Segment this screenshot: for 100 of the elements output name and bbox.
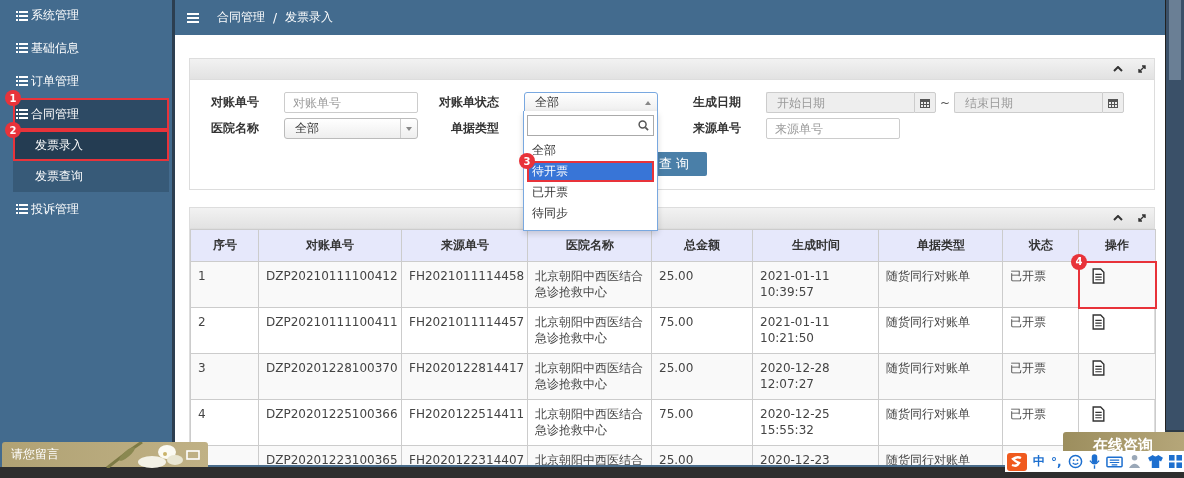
table-cell: 随货同行对账单 [886,314,970,330]
scrollbar[interactable] [1165,0,1184,430]
table-cell: 已开票 [1010,406,1046,422]
microphone-icon[interactable] [1088,454,1100,469]
table-cell: 北京朝阳中西医结合急诊抢救中心 [535,268,644,300]
table-cell: 已开票 [1010,360,1046,376]
table-cell: 北京朝阳中西医结合急诊抢救中心 [535,360,644,392]
table-cell: 75.00 [659,314,694,330]
table-cell: 75.00 [659,406,694,422]
list-icon [16,109,28,119]
field-label: 生成日期 [692,94,742,111]
field-label: 对账单状态 [438,94,500,111]
submenu-item[interactable]: 发票查询 [13,161,169,192]
table-cell: 2020-12-25 15:55:32 [760,406,830,438]
expand-icon[interactable] [1137,213,1147,223]
table-cell: 2 [198,314,206,330]
list-icon [16,10,28,21]
table-cell: 3 [198,360,206,376]
column-header: 单据类型 [878,229,1003,262]
table-cell: 25.00 [659,268,694,284]
keyboard-icon[interactable] [1105,455,1123,468]
step-badge: 1 [5,90,21,106]
calendar-button[interactable] [914,92,936,113]
breadcrumb-item[interactable]: 合同管理 [217,9,265,26]
table-cell: FH2021011114458 [409,268,525,284]
table-cell: 随货同行对账单 [886,406,970,422]
dropdown-option[interactable]: 已开票 [527,182,654,203]
input-field[interactable]: 来源单号 [766,118,900,139]
select-field[interactable]: 全部 [284,118,418,139]
list-icon [16,43,28,53]
table-cell: 已开票 [1010,268,1046,284]
dropdown-option[interactable]: 待同步 [527,203,654,224]
table-cell: DZP20201228100370 [266,360,398,376]
field-label: 单据类型 [450,120,500,137]
range-separator: ~ [940,95,951,110]
menu-item[interactable]: 系统管理 [0,0,172,31]
table-cell: 北京朝阳中西医结合 [535,452,643,465]
column-header: 序号 [190,229,259,262]
document-icon[interactable] [1092,406,1105,422]
field-label: 来源单号 [692,120,742,137]
table-cell: 随货同行对账单 [886,360,970,376]
shirt-icon[interactable] [1147,455,1163,468]
table-cell: 已开票 [1010,314,1046,330]
document-icon[interactable] [1092,360,1105,376]
calendar-button[interactable] [1102,92,1125,113]
table-cell: 北京朝阳中西医结合急诊抢救中心 [535,406,644,438]
field-label: 对账单号 [210,94,260,111]
widget-title: 请您留言 [11,446,59,463]
column-header: 来源单号 [401,229,528,262]
table-cell: DZP20201223100365 [266,452,398,465]
s-logo-icon[interactable] [1007,452,1027,471]
menu-item[interactable]: 投诉管理 [0,193,172,225]
table-cell: 2020-12-23 [760,452,830,465]
input-field[interactable]: 对账单号 [284,92,418,113]
document-icon[interactable] [1092,314,1105,330]
ime-label[interactable]: °, [1051,454,1062,469]
smiley-icon[interactable] [1067,454,1083,469]
table-cell: DZP20201225100366 [266,406,398,422]
table-cell: 2020-12-28 12:07:27 [760,360,830,392]
list-icon [16,204,28,214]
table-cell: FH2020122514411 [409,406,525,422]
breadcrumb-separator: / [273,10,278,25]
table-cell: 北京朝阳中西医结合急诊抢救中心 [535,314,644,346]
table-cell: 25.00 [659,360,694,376]
collapse-icon[interactable] [1113,66,1123,72]
end-date-field[interactable]: 结束日期 [954,92,1103,113]
table-cell: 1 [198,268,206,284]
table-cell: 25.00 [659,452,694,465]
column-header: 总金额 [651,229,753,262]
table-cell: 随货同行对账单 [886,268,970,284]
ime-label[interactable]: 中 [1033,453,1045,470]
table-cell: 4 [198,406,206,422]
document-icon[interactable] [1092,268,1105,284]
select-field[interactable]: 全部 [524,92,658,113]
column-header: 生成时间 [752,229,879,262]
table-cell: 2021-01-11 10:21:50 [760,314,830,346]
breadcrumb-item: 发票录入 [285,9,334,26]
table-cell: FH2021011114457 [409,314,525,330]
caret-icon [406,126,412,131]
grid-icon[interactable] [1168,455,1182,468]
table-cell: DZP20210111100412 [266,268,398,284]
dropdown-search-field[interactable] [527,115,654,136]
menu-icon[interactable] [187,12,199,23]
expand-icon[interactable] [1137,64,1147,74]
collapse-icon[interactable] [1113,215,1123,221]
table-cell: 2021-01-11 10:39:57 [760,268,830,300]
column-header: 对账单号 [258,229,402,262]
calendar-icon [920,97,930,108]
menu-item[interactable]: 基础信息 [0,32,172,64]
table-cell: DZP20210111100411 [266,314,398,330]
column-header: 医院名称 [527,229,652,262]
field-label: 医院名称 [210,120,260,137]
caret-icon [645,101,651,105]
search-icon [638,120,649,131]
widget-title: 在线咨询 [1093,436,1153,455]
calendar-icon [1108,97,1119,108]
list-icon [16,76,28,86]
table-cell: FH2020122814417 [409,360,525,376]
step-badge: 2 [5,122,21,138]
start-date-field[interactable]: 开始日期 [766,92,914,113]
